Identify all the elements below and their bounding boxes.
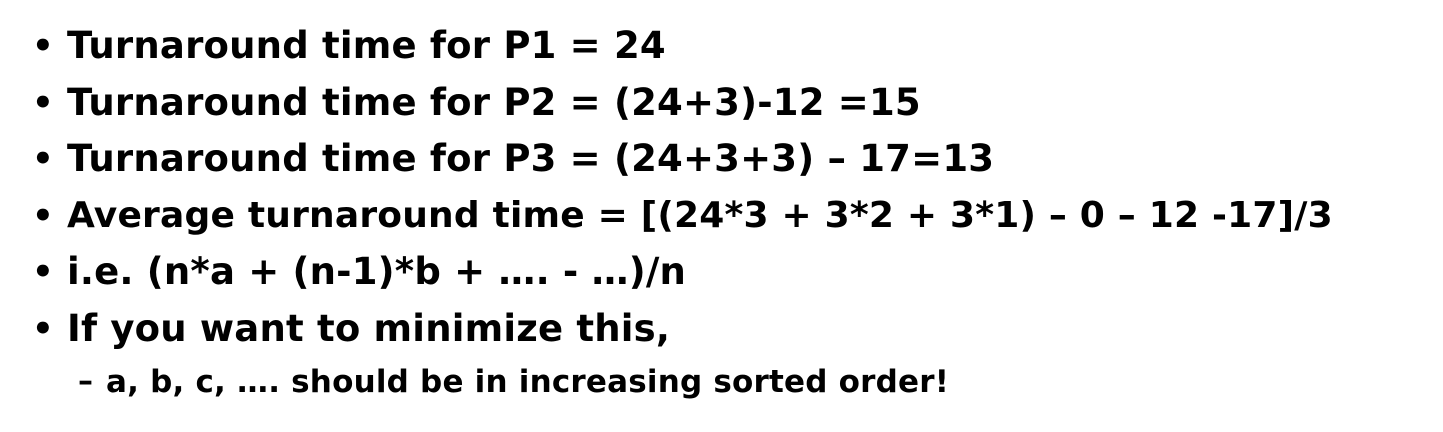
bullet-marker: • (32, 252, 54, 292)
bullet-text: Turnaround time for P3 = (24+3+3) – 17=1… (67, 137, 995, 180)
sub-bullet-text: a, b, c, …. should be in increasing sort… (106, 364, 950, 400)
bullet-marker: • (32, 309, 54, 349)
bullet-text: Turnaround time for P1 = 24 (67, 24, 666, 67)
bullet-marker: • (32, 196, 54, 236)
sub-bullet-marker: – (78, 364, 93, 399)
bullet-text: Average turnaround time = [(24*3 + 3*2 +… (67, 195, 1333, 236)
bullet-text: If you want to minimize this, (67, 307, 671, 350)
bullet-text: i.e. (n*a + (n-1)*b + …. - …)/n (67, 250, 687, 293)
bullet-text: Turnaround time for P2 = (24+3)-12 =15 (67, 81, 921, 124)
bullet-marker: • (32, 83, 54, 123)
slide-content: • Turnaround time for P1 = 24 • Turnarou… (0, 0, 1443, 432)
bullet-marker: • (32, 139, 54, 179)
bullet-marker: • (32, 26, 54, 66)
